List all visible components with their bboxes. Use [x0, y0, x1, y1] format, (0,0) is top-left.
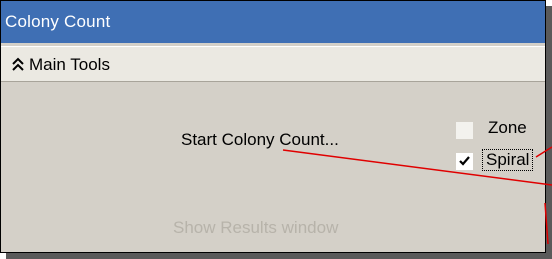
chevron-up-double-icon [11, 55, 25, 73]
show-results-window-button[interactable]: Show Results window [173, 218, 338, 238]
window-shadow-bottom [6, 253, 552, 259]
zone-label[interactable]: Zone [488, 118, 527, 138]
start-colony-count-button[interactable]: Start Colony Count... [181, 130, 339, 150]
spiral-checkbox[interactable] [456, 153, 473, 170]
main-tools-section-header[interactable]: Main Tools [1, 46, 545, 82]
window-title: Colony Count [5, 12, 111, 31]
section-title: Main Tools [29, 55, 110, 74]
spiral-label[interactable]: Spiral [481, 149, 534, 171]
checkmark-icon [459, 156, 470, 166]
window-shadow-right [546, 6, 552, 259]
title-bar[interactable]: Colony Count [1, 1, 545, 43]
zone-checkbox[interactable] [456, 122, 473, 139]
colony-count-window: Colony Count Main Tools Start Colony Cou… [0, 0, 546, 253]
